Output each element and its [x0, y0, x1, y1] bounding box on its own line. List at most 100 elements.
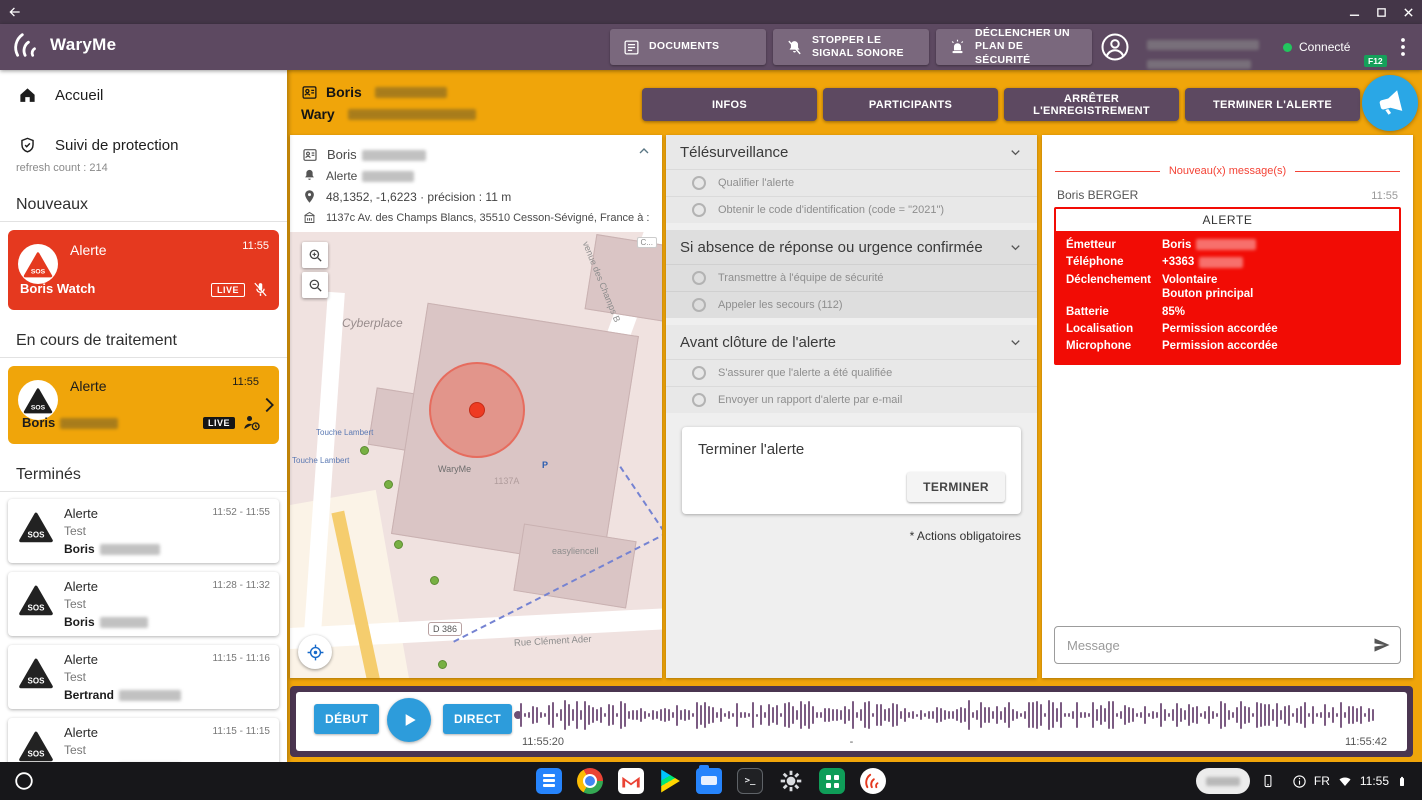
- taskbar-icon-docs[interactable]: [536, 768, 562, 794]
- trigger-security-plan-button[interactable]: DÉCLENCHER UN PLAN DE SÉCURITÉ: [936, 29, 1092, 65]
- checklist-item[interactable]: Transmettre à l'équipe de sécurité: [666, 264, 1037, 291]
- status-tray[interactable]: FR 11:55: [1286, 769, 1414, 794]
- waveform-bar: [972, 712, 974, 718]
- waveform-bar: [772, 707, 774, 723]
- waveform-bar: [724, 713, 726, 716]
- waveform-bar: [1308, 713, 1310, 716]
- chat-message-input[interactable]: [1054, 626, 1401, 664]
- waveform-bar: [868, 701, 870, 729]
- sidebar-item-accueil[interactable]: Accueil: [0, 80, 287, 110]
- send-icon[interactable]: [1372, 635, 1392, 655]
- taskbar-icon-chrome[interactable]: [577, 768, 603, 794]
- audio-begin-button[interactable]: DÉBUT: [314, 704, 379, 734]
- locate-button[interactable]: [298, 635, 332, 669]
- end-alert-button[interactable]: TERMINER L'ALERTE: [1185, 88, 1360, 121]
- waveform-bar: [916, 714, 918, 717]
- waveform-bar: [1164, 709, 1166, 721]
- checklist-item[interactable]: S'assurer que l'alerte a été qualifiée: [666, 359, 1037, 386]
- alert-card-new[interactable]: SOS Alerte 11:55 Boris Watch LIVE: [8, 230, 279, 310]
- waveform-bar: [912, 711, 914, 720]
- waveform-bar: [828, 708, 830, 722]
- waveform-bar: [948, 711, 950, 720]
- waveform-bar: [960, 707, 962, 724]
- taskbar-icon-play-store[interactable]: [659, 769, 681, 793]
- waveform-bar: [740, 712, 742, 719]
- waveform-bar: [1300, 706, 1302, 725]
- taskbar-notification-pill[interactable]: [1196, 768, 1250, 794]
- overflow-menu-icon[interactable]: [1394, 34, 1412, 60]
- zoom-in-button[interactable]: [302, 242, 328, 268]
- radio-icon[interactable]: [692, 203, 706, 217]
- audio-live-button[interactable]: DIRECT: [443, 704, 512, 734]
- terminer-button[interactable]: TERMINER: [907, 472, 1005, 502]
- audio-waveform[interactable]: [520, 699, 1389, 731]
- audio-play-button[interactable]: [387, 698, 431, 742]
- user-avatar[interactable]: [1100, 32, 1130, 62]
- shield-icon: [18, 136, 37, 155]
- participants-button[interactable]: PARTICIPANTS: [823, 88, 998, 121]
- maximize-icon[interactable]: [1376, 7, 1387, 18]
- waveform-bar: [892, 703, 894, 727]
- taskbar-icon-waryme[interactable]: [860, 768, 886, 794]
- audio-end-time: 11:55:42: [1345, 736, 1387, 748]
- taskbar-icon-app-green[interactable]: [819, 768, 845, 794]
- finished-alert-card[interactable]: SOS Alerte 11:15 - 11:15 Test Bertrand: [8, 718, 279, 762]
- finished-alert-card[interactable]: SOS Alerte 11:52 - 11:55 Test Boris: [8, 499, 279, 563]
- checklist-item[interactable]: Appeler les secours (112): [666, 291, 1037, 318]
- waveform-bar: [1072, 711, 1074, 720]
- launcher-icon[interactable]: [13, 770, 35, 792]
- finished-alert-card[interactable]: SOS Alerte 11:28 - 11:32 Test Boris: [8, 572, 279, 636]
- radio-icon[interactable]: [692, 176, 706, 190]
- checklist-item[interactable]: Obtenir le code d'identification (code =…: [666, 196, 1037, 223]
- waveform-bar: [1008, 702, 1010, 729]
- svg-text:SOS: SOS: [28, 676, 46, 685]
- minimize-icon[interactable]: [1349, 7, 1360, 18]
- waveform-bar: [720, 708, 722, 721]
- map-header: Boris Alerte 48,1352, -1,6223 · précisio…: [290, 135, 662, 232]
- connection-status: Connecté: [1283, 40, 1350, 54]
- waveform-bar: [804, 704, 806, 725]
- close-icon[interactable]: [1403, 7, 1414, 18]
- taskbar-icon-settings[interactable]: [778, 768, 804, 794]
- radio-icon[interactable]: [692, 271, 706, 285]
- checklist-section: Télésurveillance Qualifier l'alerte Obte…: [666, 135, 1037, 223]
- waveform-bar: [1120, 711, 1122, 719]
- svg-text:SOS: SOS: [28, 749, 46, 758]
- map-tree: [430, 576, 439, 585]
- keyboard-language: FR: [1314, 774, 1330, 788]
- infos-button[interactable]: INFOS: [642, 88, 817, 121]
- back-icon[interactable]: [8, 5, 22, 19]
- stop-recording-button[interactable]: ARRÊTER L'ENREGISTREMENT: [1004, 88, 1179, 121]
- refresh-count: refresh count : 214: [16, 162, 287, 174]
- chevron-right-icon[interactable]: [261, 394, 277, 416]
- taskbar-icon-gmail[interactable]: [618, 768, 644, 794]
- radio-icon[interactable]: [692, 366, 706, 380]
- app-window: WaryMe DOCUMENTS STOPPER LE SIGNAL SONOR…: [0, 0, 1422, 800]
- waveform-bar: [1080, 712, 1082, 718]
- checklist-section-header[interactable]: Télésurveillance: [666, 135, 1037, 169]
- zoom-out-button[interactable]: [302, 272, 328, 298]
- checklist-section-header[interactable]: Avant clôture de l'alerte: [666, 325, 1037, 359]
- speaker-button[interactable]: [1362, 75, 1418, 131]
- collapse-panel-icon[interactable]: [636, 143, 652, 159]
- radio-icon[interactable]: [692, 298, 706, 312]
- waveform-bar: [1060, 702, 1062, 729]
- waveform-bar: [620, 701, 622, 730]
- taskbar-icon-terminal[interactable]: >_: [737, 768, 763, 794]
- alert-card-processing[interactable]: SOS Alerte 11:55 Boris LIVE: [8, 366, 279, 444]
- phone-icon[interactable]: [1261, 771, 1275, 791]
- stop-sound-button[interactable]: STOPPER LE SIGNAL SONORE: [773, 29, 929, 65]
- waveform-bar: [1092, 702, 1094, 729]
- map-panel: Boris Alerte 48,1352, -1,6223 · précisio…: [290, 135, 662, 678]
- waveform-bar: [612, 705, 614, 726]
- checklist-item[interactable]: Qualifier l'alerte: [666, 169, 1037, 196]
- checklist-section-header[interactable]: Si absence de réponse ou urgence confirm…: [666, 230, 1037, 264]
- checklist-item[interactable]: Envoyer un rapport d'alerte par e-mail: [666, 386, 1037, 413]
- taskbar-icon-files[interactable]: [696, 768, 722, 794]
- documents-button[interactable]: DOCUMENTS: [610, 29, 766, 65]
- finished-alert-card[interactable]: SOS Alerte 11:15 - 11:16 Test Bertrand: [8, 645, 279, 709]
- radio-icon[interactable]: [692, 393, 706, 407]
- sidebar-item-suivi[interactable]: Suivi de protection: [0, 130, 287, 160]
- waveform-bar: [1212, 711, 1214, 719]
- map[interactable]: Cyberplace venue des Champs B Touche Lam…: [290, 232, 662, 678]
